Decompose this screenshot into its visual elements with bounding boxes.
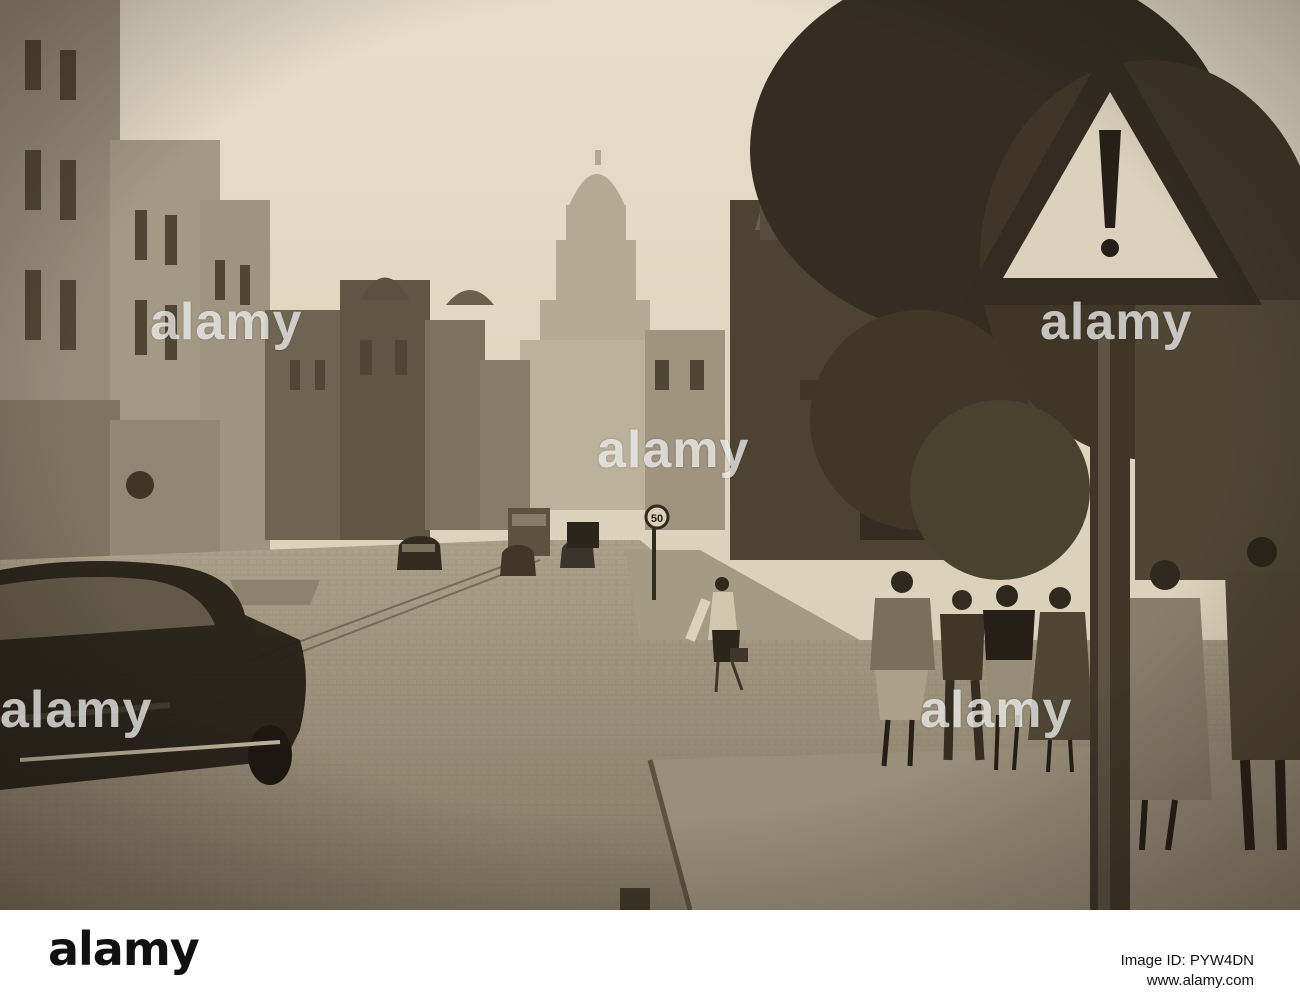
street-scene: 50: [0, 0, 1300, 910]
photograph: 50: [0, 0, 1300, 910]
site-link[interactable]: www.alamy.com: [1147, 972, 1254, 989]
image-id: Image ID: PYW4DN: [1120, 952, 1254, 969]
alamy-logo[interactable]: alamy: [48, 922, 200, 976]
